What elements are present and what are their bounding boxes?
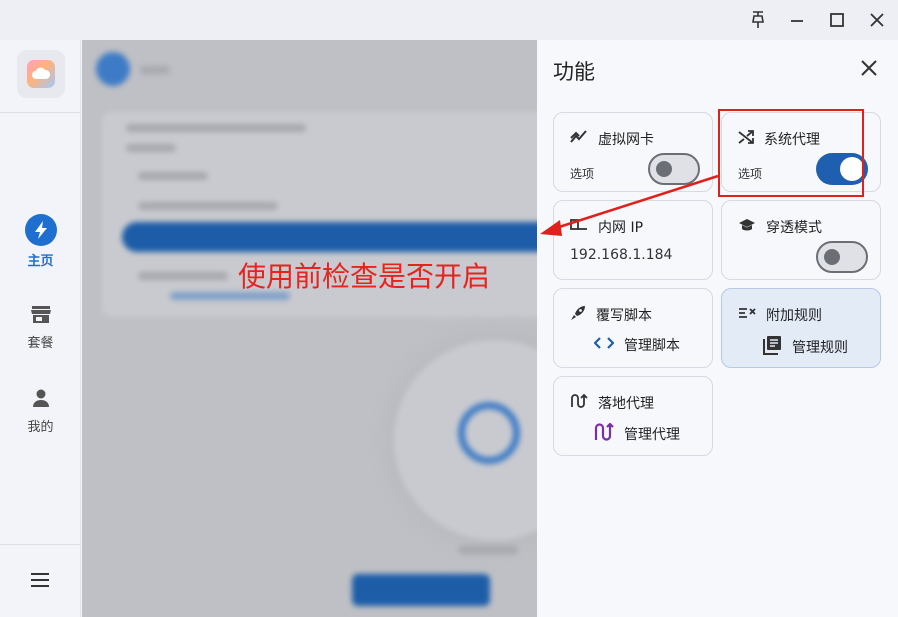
- nav-item-plans[interactable]: 套餐: [0, 304, 81, 351]
- manage-proxy-button[interactable]: 管理代理: [594, 422, 680, 445]
- nav-item-home[interactable]: 主页: [0, 214, 81, 269]
- title-bar: [0, 0, 898, 40]
- manage-script-button[interactable]: 管理脚本: [593, 335, 680, 355]
- close-panel-icon[interactable]: [859, 58, 879, 78]
- panel-title: 功能: [553, 60, 595, 84]
- lan-icon: [570, 218, 588, 236]
- annotation-highlight-box: [718, 109, 864, 197]
- card-landing-proxy: 落地代理 管理代理: [553, 376, 713, 456]
- card-label: 穿透模式: [766, 220, 822, 236]
- virtual-nic-toggle[interactable]: [648, 153, 700, 185]
- route-purple-icon: [594, 422, 614, 445]
- card-label: 内网 IP: [598, 220, 644, 236]
- code-icon: [593, 336, 615, 354]
- manage-rules-button[interactable]: 管理规则: [762, 335, 848, 359]
- card-lan-ip: 内网 IP 192.168.1.184: [553, 200, 713, 280]
- card-override-script: 覆写脚本 管理脚本: [553, 288, 713, 368]
- card-label: 落地代理: [598, 396, 654, 412]
- app-logo: [17, 50, 65, 98]
- manage-rules-label: 管理规则: [792, 340, 848, 356]
- rocket-icon: [570, 305, 586, 325]
- library-books-icon: [762, 335, 782, 359]
- nav-item-profile[interactable]: 我的: [0, 388, 81, 435]
- card-penetration-mode: 穿透模式: [721, 200, 881, 280]
- pin-icon[interactable]: [743, 6, 773, 34]
- nav-label-profile: 我的: [27, 420, 54, 435]
- manage-script-label: 管理脚本: [624, 338, 680, 354]
- card-virtual-nic: 虚拟网卡 选项: [553, 112, 713, 192]
- card-label: 虚拟网卡: [598, 132, 654, 148]
- lan-ip-value: 192.168.1.184: [570, 247, 673, 263]
- card-label: 覆写脚本: [596, 308, 652, 324]
- minimize-icon[interactable]: [782, 6, 812, 34]
- maximize-icon[interactable]: [822, 6, 852, 34]
- lightning-icon: [24, 214, 57, 246]
- card-sub: 选项: [570, 167, 595, 181]
- hamburger-icon[interactable]: [30, 572, 50, 592]
- left-nav: 主页 套餐 我的: [0, 40, 81, 617]
- store-icon: [30, 304, 52, 328]
- annotation-text: 使用前检查是否开启: [238, 260, 491, 293]
- main-content-dimmed: [82, 40, 537, 617]
- route-icon: [570, 393, 588, 412]
- rule-list-icon: [738, 306, 756, 324]
- close-icon[interactable]: [862, 6, 892, 34]
- graduation-cap-icon: [738, 218, 756, 236]
- person-icon: [31, 388, 51, 412]
- trend-icon: [570, 130, 588, 148]
- card-label: 附加规则: [766, 308, 822, 324]
- nav-label-home: 主页: [27, 254, 54, 269]
- card-extra-rules: 附加规则 管理规则: [721, 288, 881, 368]
- nav-label-plans: 套餐: [27, 336, 54, 351]
- penetration-toggle[interactable]: [816, 241, 868, 273]
- manage-proxy-label: 管理代理: [624, 427, 680, 443]
